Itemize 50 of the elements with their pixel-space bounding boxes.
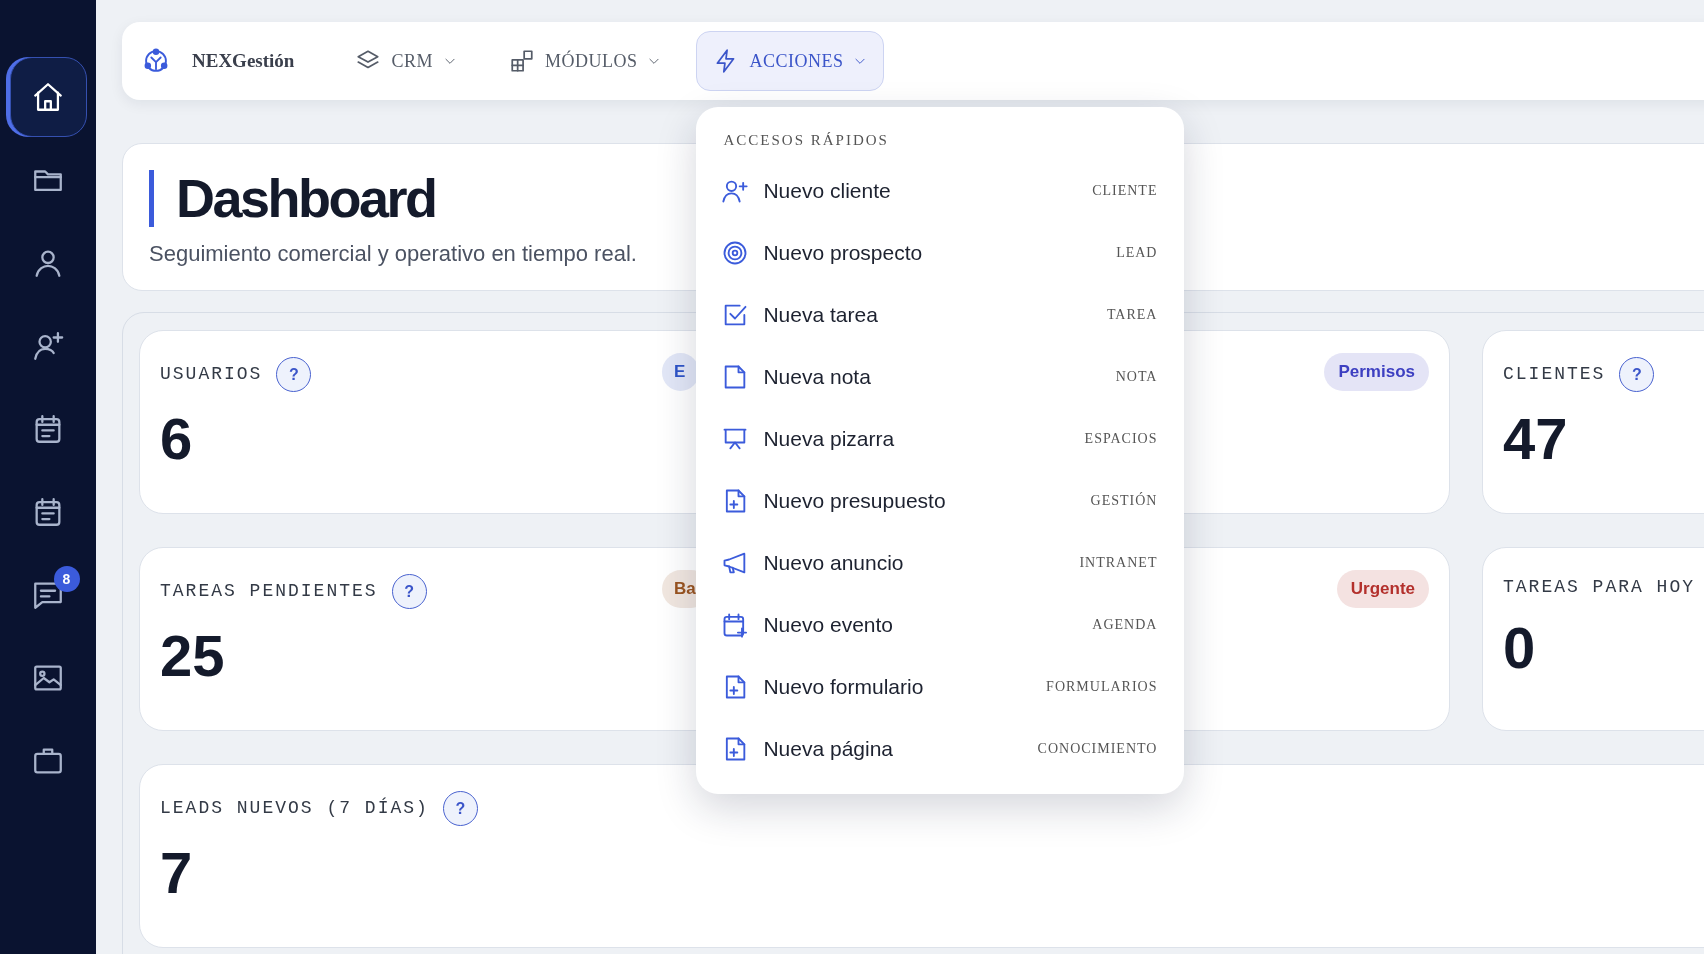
- sidebar-item[interactable]: 8: [9, 555, 87, 635]
- stat-value: 25: [160, 627, 226, 685]
- add-user-icon: [31, 329, 65, 363]
- menu-item[interactable]: Nueva nota NOTA: [721, 345, 1158, 408]
- nav-menu-button[interactable]: CRM: [338, 31, 474, 91]
- page-title: Dashboard: [149, 170, 436, 227]
- stat-label: TAREAS PARA HOY: [1503, 576, 1696, 599]
- stat-label: LEADS NUEVOS (7 DÍAS): [160, 796, 429, 820]
- category-label: ESPACIOS: [1084, 430, 1158, 448]
- category-label: CONOCIMIENTO: [1037, 740, 1158, 758]
- logo-icon: [142, 47, 170, 75]
- help-button[interactable]: ?: [442, 791, 478, 826]
- menu-item[interactable]: Nuevo presupuesto GESTIÓN: [721, 469, 1158, 532]
- help-button[interactable]: ?: [391, 574, 427, 609]
- grid-icon: [508, 48, 535, 74]
- stat-value: 0: [1503, 619, 1537, 677]
- stat-value: 7: [160, 844, 194, 902]
- menu-item[interactable]: Nuevo formulario FORMULARIOS: [721, 655, 1158, 718]
- home-icon: [31, 80, 65, 114]
- menu-item[interactable]: Nueva pizarra ESPACIOS: [721, 407, 1158, 470]
- menu-item[interactable]: Nuevo evento AGENDA: [721, 593, 1158, 656]
- menu-item[interactable]: Nueva página CONOCIMIENTO: [721, 717, 1158, 780]
- count-badge: 8: [53, 566, 80, 592]
- category-label: CLIENTE: [1092, 182, 1158, 200]
- menu-item[interactable]: Nuevo cliente CLIENTE: [721, 159, 1158, 222]
- category-label: AGENDA: [1092, 616, 1158, 634]
- status-badge: Permisos: [1324, 353, 1429, 391]
- stat-label: TAREAS PENDIENTES: [160, 580, 378, 603]
- help-button[interactable]: ?: [1619, 357, 1655, 392]
- menu-item[interactable]: Nueva tarea TAREA: [721, 283, 1158, 346]
- status-badge: Urgente: [1336, 570, 1429, 608]
- nav-menu-button[interactable]: MÓDULOS: [491, 31, 679, 91]
- category-label: TAREA: [1106, 306, 1158, 324]
- stat-value: 6: [160, 410, 194, 468]
- category-label: LEAD: [1116, 244, 1158, 262]
- sidebar-item[interactable]: [9, 57, 87, 137]
- page-subtitle: Seguimiento comercial y operativo en tiempo real.: [149, 239, 637, 268]
- stat-value: 47: [1503, 410, 1569, 468]
- category-label: GESTIÓN: [1090, 491, 1158, 510]
- brand-name: NEXGestión: [192, 48, 295, 73]
- stat-label: USUARIOS: [160, 363, 263, 386]
- help-button[interactable]: ?: [276, 357, 312, 392]
- category-label: INTRANET: [1079, 554, 1158, 572]
- menu-item[interactable]: Nuevo anuncio INTRANET: [721, 531, 1158, 594]
- menu-heading: ACCESOS RÁPIDOS: [723, 131, 890, 150]
- nav-menu-button[interactable]: ACCIONES: [696, 31, 885, 91]
- stat-label: CLIENTES: [1503, 363, 1606, 386]
- menu-item[interactable]: Nuevo prospecto LEAD: [721, 221, 1158, 284]
- category-label: FORMULARIOS: [1046, 678, 1158, 696]
- category-label: NOTA: [1115, 368, 1158, 386]
